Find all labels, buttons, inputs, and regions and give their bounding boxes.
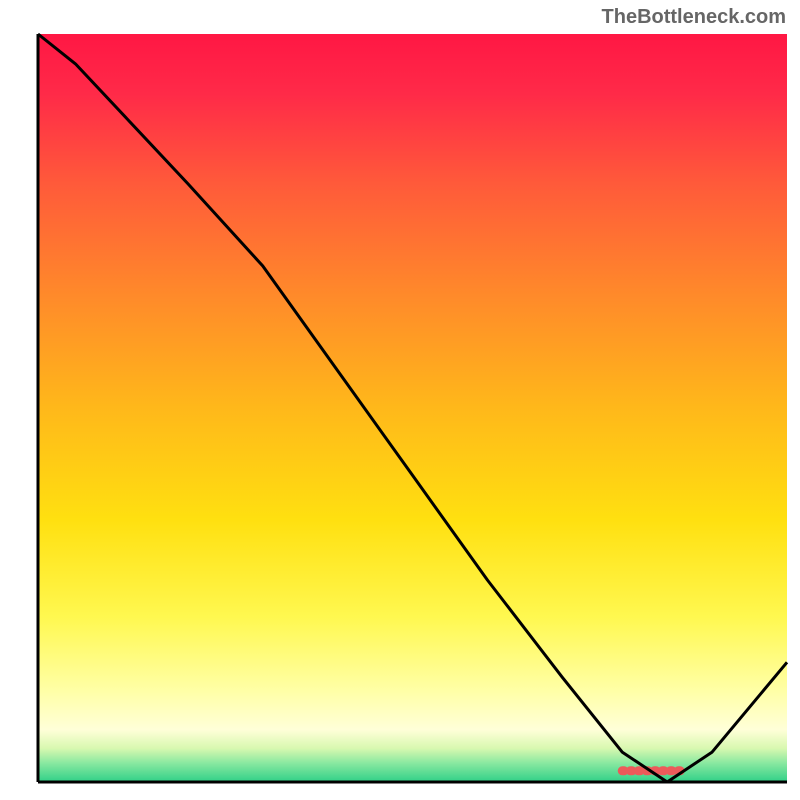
gradient-background <box>38 34 787 782</box>
chart-container: { "watermark": "TheBottleneck.com", "cha… <box>0 0 800 800</box>
bottleneck-chart <box>0 0 800 800</box>
